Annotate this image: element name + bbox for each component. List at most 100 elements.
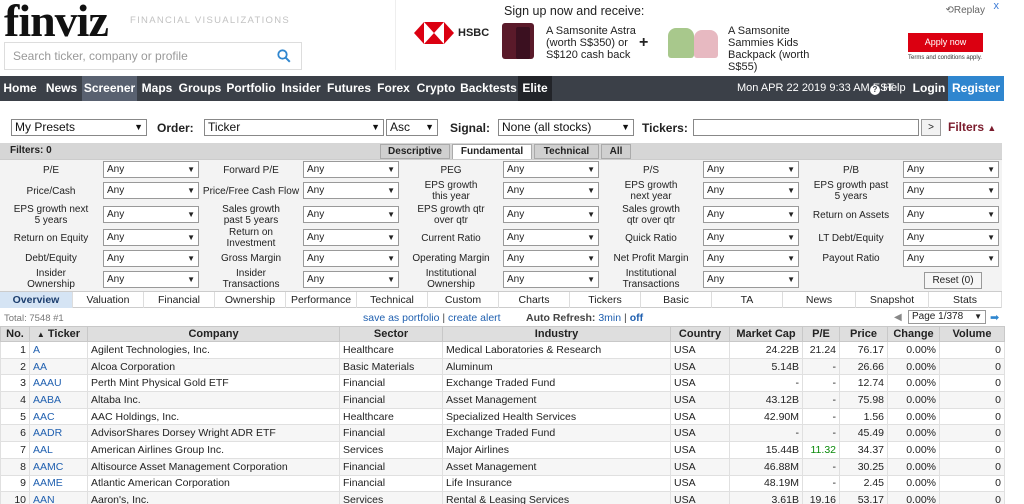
table-cell[interactable]: Services bbox=[339, 441, 443, 459]
table-cell[interactable]: Financial bbox=[339, 374, 443, 393]
prev-page-icon[interactable]: ◀ bbox=[894, 312, 902, 323]
filter-select-operating-margin[interactable]: Any ▼ bbox=[503, 250, 599, 267]
table-cell[interactable]: AABA bbox=[29, 391, 88, 409]
filter-select-current-ratio[interactable]: Any ▼ bbox=[503, 229, 599, 246]
view-tab-basic[interactable]: Basic bbox=[641, 292, 712, 308]
table-cell[interactable]: Financial bbox=[339, 391, 443, 409]
tab-descriptive[interactable]: Descriptive bbox=[380, 144, 450, 159]
table-cell[interactable]: Alcoa Corporation bbox=[87, 357, 340, 376]
table-row[interactable]: 4 AABA Altaba Inc. Financial Asset Managemen… bbox=[0, 391, 1005, 409]
reset-filters-button[interactable]: Reset (0) bbox=[924, 272, 982, 289]
table-cell[interactable]: Exchange Traded Fund bbox=[442, 374, 671, 393]
tickers-go-button[interactable]: > bbox=[921, 119, 941, 136]
filter-select-insider-transactions[interactable]: Any ▼ bbox=[303, 271, 399, 288]
next-page-icon[interactable]: ➡ bbox=[990, 311, 999, 324]
ad-replay[interactable]: ⟲Replay bbox=[945, 5, 985, 16]
table-cell[interactable]: Specialized Health Services bbox=[442, 407, 671, 426]
nav-portfolio[interactable]: Portfolio bbox=[225, 76, 277, 101]
presets-select[interactable]: My Presets ▼ bbox=[11, 119, 147, 136]
table-cell[interactable]: Atlantic American Corporation bbox=[87, 474, 340, 493]
view-tab-financial[interactable]: Financial bbox=[144, 292, 215, 308]
table-cell[interactable]: USA bbox=[670, 341, 730, 359]
filter-select-insider-ownership[interactable]: Any ▼ bbox=[103, 271, 199, 288]
col-header-industry[interactable]: Industry bbox=[442, 326, 671, 342]
filter-select-eps-next-5[interactable]: Any ▼ bbox=[103, 206, 199, 223]
col-header-market-cap[interactable]: Market Cap bbox=[729, 326, 803, 342]
table-row[interactable]: 3 AAAU Perth Mint Physical Gold ETF Financi… bbox=[0, 374, 1005, 393]
nav-news[interactable]: News bbox=[42, 76, 81, 101]
col-header-volume[interactable]: Volume bbox=[939, 326, 1005, 342]
table-cell[interactable]: AAMC bbox=[29, 457, 88, 476]
filter-select-pb[interactable]: Any ▼ bbox=[903, 161, 999, 178]
nav-login[interactable]: Login bbox=[910, 76, 948, 101]
search-icon[interactable] bbox=[277, 49, 291, 63]
ad-close-icon[interactable]: x bbox=[994, 0, 1000, 12]
filter-select-eps-qoq[interactable]: Any ▼ bbox=[503, 206, 599, 223]
table-cell[interactable]: Asset Management bbox=[442, 457, 671, 476]
filter-select-roi[interactable]: Any ▼ bbox=[303, 229, 399, 246]
filter-select-debt-equity[interactable]: Any ▼ bbox=[103, 250, 199, 267]
table-cell[interactable]: A bbox=[29, 341, 88, 359]
tickers-input[interactable] bbox=[693, 119, 919, 136]
nav-insider[interactable]: Insider bbox=[279, 76, 323, 101]
table-cell[interactable]: Major Airlines bbox=[442, 441, 671, 459]
table-cell[interactable]: AADR bbox=[29, 424, 88, 443]
create-alert-link[interactable]: create alert bbox=[448, 312, 501, 324]
table-cell[interactable]: AAME bbox=[29, 474, 88, 493]
table-cell[interactable]: Agilent Technologies, Inc. bbox=[87, 341, 340, 359]
table-cell[interactable]: Aaron's, Inc. bbox=[87, 491, 340, 504]
filter-select-payout-ratio[interactable]: Any ▼ bbox=[903, 250, 999, 267]
table-cell[interactable]: Services bbox=[339, 491, 443, 504]
view-tab-valuation[interactable]: Valuation bbox=[73, 292, 144, 308]
filter-select-lt-debt-equity[interactable]: Any ▼ bbox=[903, 229, 999, 246]
view-tab-snapshot[interactable]: Snapshot bbox=[856, 292, 929, 308]
table-cell[interactable]: Altisource Asset Management Corporation bbox=[87, 457, 340, 476]
view-tab-custom[interactable]: Custom bbox=[428, 292, 499, 308]
filter-select-institutional-transactions[interactable]: Any ▼ bbox=[703, 271, 799, 288]
table-cell[interactable]: Rental & Leasing Services bbox=[442, 491, 671, 504]
col-header-price[interactable]: Price bbox=[839, 326, 888, 342]
nav-help[interactable]: ? Help bbox=[870, 76, 906, 101]
tab-technical[interactable]: Technical bbox=[534, 144, 599, 159]
view-tab-ownership[interactable]: Ownership bbox=[215, 292, 286, 308]
table-cell[interactable]: Basic Materials bbox=[339, 357, 443, 376]
nav-crypto[interactable]: Crypto bbox=[414, 76, 458, 101]
table-cell[interactable]: Healthcare bbox=[339, 407, 443, 426]
advertisement-banner[interactable]: Sign up now and receive: ⟲Replay x HSBC … bbox=[395, 0, 1001, 73]
table-row[interactable]: 10 AAN Aaron's, Inc. Services Rental & Leasi… bbox=[0, 491, 1005, 504]
filter-select-forward-pe[interactable]: Any ▼ bbox=[303, 161, 399, 178]
filter-select-roe[interactable]: Any ▼ bbox=[103, 229, 199, 246]
filter-select-sales-past-5[interactable]: Any ▼ bbox=[303, 206, 399, 223]
col-header-sector[interactable]: Sector bbox=[339, 326, 443, 342]
filter-select-eps-this-year[interactable]: Any ▼ bbox=[503, 182, 599, 199]
filter-select-institutional-ownership[interactable]: Any ▼ bbox=[503, 271, 599, 288]
filter-select-gross-margin[interactable]: Any ▼ bbox=[303, 250, 399, 267]
filters-toggle[interactable]: Filters ▲ bbox=[948, 120, 996, 134]
table-cell[interactable]: USA bbox=[670, 374, 730, 393]
col-header-change[interactable]: Change bbox=[887, 326, 940, 342]
filter-select-ps[interactable]: Any ▼ bbox=[703, 161, 799, 178]
table-cell[interactable]: AAC bbox=[29, 407, 88, 426]
nav-futures[interactable]: Futures bbox=[325, 76, 373, 101]
table-cell[interactable]: AAN bbox=[29, 491, 88, 504]
table-cell[interactable]: AdvisorShares Dorsey Wright ADR ETF bbox=[87, 424, 340, 443]
table-cell[interactable]: USA bbox=[670, 357, 730, 376]
tab-all[interactable]: All bbox=[601, 144, 631, 159]
filter-select-roa[interactable]: Any ▼ bbox=[903, 206, 999, 223]
table-row[interactable]: 2 AA Alcoa Corporation Basic Materials Alumi… bbox=[0, 357, 1005, 376]
view-tab-news[interactable]: News bbox=[783, 292, 856, 308]
table-row[interactable]: 6 AADR AdvisorShares Dorsey Wright ADR ETF… bbox=[0, 424, 1005, 443]
view-tab-tickers[interactable]: Tickers bbox=[570, 292, 641, 308]
table-cell[interactable]: USA bbox=[670, 491, 730, 504]
filter-select-eps-past-5[interactable]: Any ▼ bbox=[903, 182, 999, 199]
nav-register[interactable]: Register bbox=[948, 76, 1004, 101]
table-row[interactable]: 8 AAMC Altisource Asset Management Corpora… bbox=[0, 457, 1005, 476]
refresh-off-link[interactable]: off bbox=[630, 312, 643, 324]
direction-select[interactable]: Asc ▼ bbox=[386, 119, 438, 136]
table-cell[interactable]: AA bbox=[29, 357, 88, 376]
nav-forex[interactable]: Forex bbox=[375, 76, 412, 101]
search-input[interactable] bbox=[5, 43, 265, 69]
table-row[interactable]: 5 AAC AAC Holdings, Inc. Healthcare Speciali… bbox=[0, 407, 1005, 426]
view-tab-stats[interactable]: Stats bbox=[929, 292, 1002, 308]
nav-home[interactable]: Home bbox=[0, 76, 40, 101]
